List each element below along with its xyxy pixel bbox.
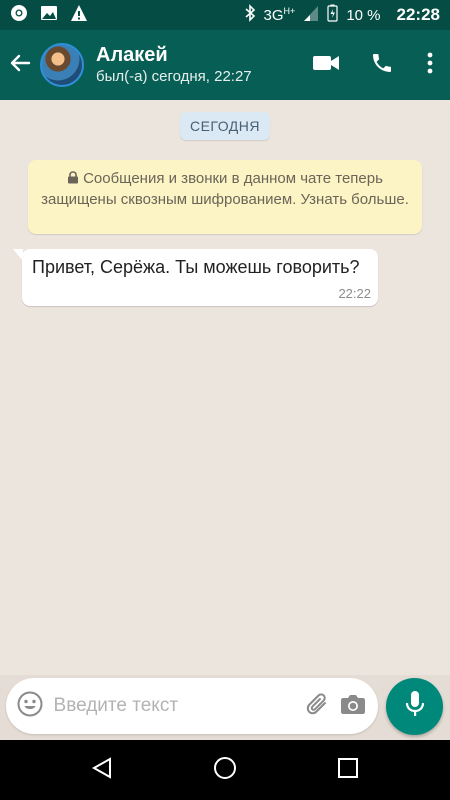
- image-icon: [40, 4, 58, 27]
- camera-icon: [340, 692, 366, 721]
- chrome-icon: [10, 4, 28, 27]
- signal-icon: [303, 4, 319, 26]
- voice-record-button[interactable]: [386, 678, 443, 735]
- emoji-button[interactable]: [16, 689, 44, 723]
- date-divider: СЕГОДНЯ: [180, 112, 270, 140]
- system-nav-bar: [0, 740, 450, 800]
- nav-recents-icon: [338, 757, 359, 783]
- contact-name: Алакей: [96, 44, 168, 66]
- mic-icon: [404, 690, 426, 723]
- lock-icon: [67, 169, 79, 184]
- emoji-icon: [17, 691, 43, 722]
- status-bar: 3GH+ 10 % 22:28: [0, 0, 450, 30]
- encryption-notice-text: Сообщения и звонки в данном чате теперь …: [41, 170, 409, 208]
- bluetooth-icon: [244, 4, 256, 26]
- phone-icon: [370, 51, 394, 80]
- nav-back-icon: [91, 756, 113, 784]
- attach-icon: [305, 691, 331, 722]
- more-options-button[interactable]: [410, 30, 450, 100]
- back-arrow-icon: [9, 52, 31, 79]
- attach-button[interactable]: [303, 686, 334, 726]
- nav-recents-button[interactable]: [318, 740, 378, 800]
- video-call-button[interactable]: [298, 30, 354, 100]
- message-bubble-incoming[interactable]: Привет, Серёжа. Ты можешь говорить? 22:2…: [13, 249, 378, 306]
- voice-call-button[interactable]: [354, 30, 410, 100]
- message-composer: [6, 678, 378, 734]
- message-input[interactable]: [53, 695, 299, 717]
- chat-area[interactable]: СЕГОДНЯ Сообщения и звонки в данном чате…: [0, 100, 450, 675]
- encryption-notice[interactable]: Сообщения и звонки в данном чате теперь …: [28, 160, 422, 234]
- nav-home-button[interactable]: [195, 740, 255, 800]
- battery-icon: [327, 4, 338, 26]
- back-button[interactable]: [2, 30, 38, 100]
- network-type: 3GH+: [263, 6, 296, 24]
- video-call-icon: [312, 53, 340, 78]
- contact-info[interactable]: Алакей был(-а) сегодня, 22:27: [96, 43, 252, 87]
- last-seen-status: был(-а) сегодня, 22:27: [96, 68, 252, 85]
- avatar[interactable]: [40, 43, 84, 87]
- more-vert-icon: [427, 52, 433, 79]
- nav-back-button[interactable]: [72, 740, 132, 800]
- clock: 22:28: [396, 5, 440, 24]
- message-text: Привет, Серёжа. Ты можешь говорить?: [32, 257, 360, 277]
- camera-button[interactable]: [337, 686, 368, 726]
- battery-level: 10 %: [346, 6, 381, 24]
- warning-icon: [70, 4, 88, 27]
- nav-home-icon: [213, 756, 237, 785]
- chat-header: Алакей был(-а) сегодня, 22:27: [0, 30, 450, 100]
- message-time: 22:22: [338, 286, 371, 301]
